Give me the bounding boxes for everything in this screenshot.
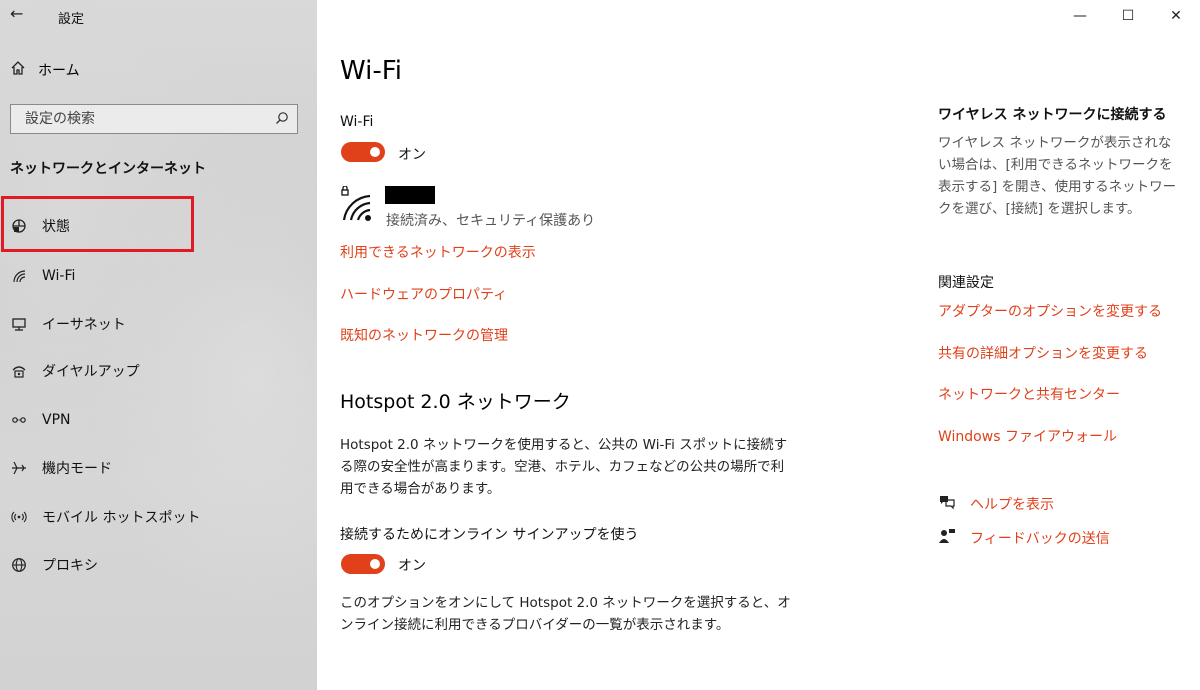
connect-wireless-title: ワイヤレス ネットワークに接続する: [938, 107, 1167, 123]
send-feedback-link[interactable]: フィードバックの送信: [938, 528, 1110, 548]
back-arrow-icon[interactable]: ←: [10, 4, 23, 23]
home-icon: [10, 60, 26, 80]
get-help-link[interactable]: ヘルプを表示: [938, 494, 1054, 514]
sidebar-item-hotspot[interactable]: モバイル ホットスポット: [10, 505, 200, 529]
network-signal-icon: [340, 185, 374, 226]
maximize-icon[interactable]: ☐: [1104, 0, 1152, 32]
sidebar-item-proxy[interactable]: プロキシ: [10, 553, 98, 577]
sidebar-item-dialup[interactable]: ダイヤルアップ: [10, 359, 140, 383]
sidebar-item-airplane[interactable]: 機内モード: [10, 456, 112, 480]
sidebar-item-label: VPN: [42, 412, 71, 428]
signup-label: 接続するためにオンライン サインアップを使う: [340, 527, 639, 543]
network-sharing-center-link[interactable]: ネットワークと共有センター: [938, 384, 1120, 404]
change-adapter-options-link[interactable]: アダプターのオプションを変更する: [938, 301, 1162, 321]
help-chat-icon: [938, 494, 956, 514]
sidebar-item-vpn[interactable]: VPN: [10, 408, 71, 432]
sidebar-home-label: ホーム: [38, 63, 80, 79]
window-controls: — ☐ ✕: [1056, 0, 1200, 32]
connection-status: 接続済み、セキュリティ保護あり: [386, 213, 596, 229]
wifi-icon: [10, 267, 28, 285]
airplane-icon: [10, 459, 28, 477]
wifi-toggle-state: オン: [398, 147, 426, 163]
feedback-label: フィードバックの送信: [970, 531, 1110, 547]
globe-icon: [10, 556, 28, 574]
hotspot-title: Hotspot 2.0 ネットワーク: [340, 391, 571, 413]
search-input[interactable]: [23, 110, 257, 128]
sidebar-home[interactable]: ホーム: [10, 60, 80, 80]
dialup-icon: [10, 362, 28, 380]
sidebar-item-wifi[interactable]: Wi-Fi: [10, 264, 75, 288]
hotspot-icon: [10, 508, 28, 526]
connect-wireless-text: ワイヤレス ネットワークが表示されない場合は、[利用できるネットワークを表示する…: [938, 135, 1177, 217]
search-box[interactable]: [10, 104, 298, 134]
hotspot-description: Hotspot 2.0 ネットワークを使用すると、公共の Wi-Fi スポットに…: [340, 437, 788, 497]
sidebar-section-title: ネットワークとインターネット: [10, 161, 206, 177]
signup-toggle-state: オン: [398, 558, 426, 574]
window-title: 設定: [58, 12, 85, 27]
related-settings-title: 関連設定: [938, 275, 994, 291]
feedback-person-icon: [938, 528, 956, 548]
sidebar-item-label: モバイル ホットスポット: [42, 510, 201, 526]
highlight-box: [1, 196, 194, 252]
sidebar-item-ethernet[interactable]: イーサネット: [10, 312, 126, 336]
sidebar-item-label: 機内モード: [42, 461, 112, 477]
network-name-redacted: [385, 186, 435, 204]
show-available-networks-link[interactable]: 利用できるネットワークの表示: [340, 242, 536, 262]
vpn-icon: [10, 411, 28, 429]
wifi-toggle[interactable]: [341, 142, 385, 162]
sidebar-item-label: イーサネット: [42, 317, 126, 333]
wifi-label: Wi-Fi: [340, 114, 374, 130]
sidebar-item-label: Wi-Fi: [42, 268, 76, 284]
windows-firewall-link[interactable]: Windows ファイアウォール: [938, 426, 1117, 446]
help-label: ヘルプを表示: [970, 497, 1054, 513]
manage-known-networks-link[interactable]: 既知のネットワークの管理: [340, 325, 508, 345]
hardware-properties-link[interactable]: ハードウェアのプロパティ: [340, 284, 507, 304]
close-icon[interactable]: ✕: [1152, 0, 1200, 32]
ethernet-icon: [10, 315, 28, 333]
sidebar: ← 設定 ホーム ネットワークとインターネット 状態 Wi-Fi イーサネット: [0, 0, 317, 690]
page-title: Wi-Fi: [340, 56, 403, 86]
sidebar-item-label: プロキシ: [42, 558, 98, 574]
signup-toggle[interactable]: [341, 554, 385, 574]
advanced-sharing-options-link[interactable]: 共有の詳細オプションを変更する: [938, 343, 1148, 363]
minimize-icon[interactable]: —: [1056, 0, 1104, 32]
signup-note: このオプションをオンにして Hotspot 2.0 ネットワークを選択すると、オ…: [340, 595, 791, 633]
search-icon[interactable]: [275, 110, 289, 129]
sidebar-item-label: ダイヤルアップ: [42, 364, 140, 380]
